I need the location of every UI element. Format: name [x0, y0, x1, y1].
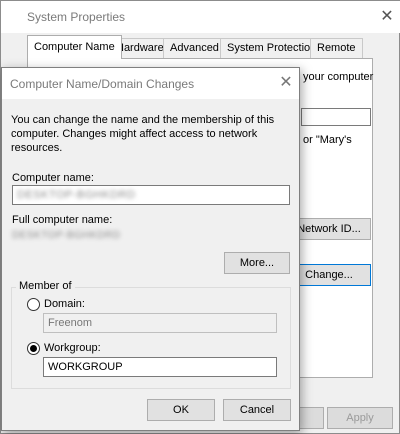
tab-remote[interactable]: Remote	[310, 38, 363, 58]
computer-name-input[interactable]: DESKTOP-BGHKDRD	[12, 185, 290, 205]
apply-button[interactable]: Apply	[327, 407, 393, 429]
system-properties-titlebar: System Properties ✕	[1, 1, 400, 33]
computer-name-value: DESKTOP-BGHKDRD	[17, 189, 136, 201]
system-properties-title: System Properties	[27, 10, 126, 24]
tab-advanced[interactable]: Advanced	[163, 38, 226, 58]
workgroup-radio[interactable]	[27, 342, 40, 355]
member-of-label: Member of	[16, 280, 75, 292]
dialog-titlebar: Computer Name/Domain Changes ✕	[2, 68, 299, 99]
full-computer-name-value: DESKTOP-BGHKDRD	[12, 230, 121, 241]
close-icon[interactable]: ✕	[276, 73, 296, 93]
workgroup-value: WORKGROUP	[48, 361, 123, 373]
domain-value: Freenom	[48, 317, 93, 329]
tab-system-protection[interactable]: System Protection	[220, 38, 324, 58]
domain-label: Domain:	[44, 298, 85, 310]
workgroup-input[interactable]: WORKGROUP	[43, 357, 277, 377]
panel-description-text: your computer	[303, 71, 374, 83]
workgroup-label: Workgroup:	[44, 342, 101, 354]
more-button[interactable]: More...	[224, 252, 290, 274]
computer-name-domain-changes-dialog: Computer Name/Domain Changes ✕ You can c…	[1, 67, 300, 431]
full-computer-name-label: Full computer name:	[12, 214, 113, 226]
computer-description-field[interactable]	[301, 108, 371, 126]
workgroup-radio-selected-dot	[30, 345, 37, 352]
cancel-button[interactable]: Cancel	[223, 399, 291, 421]
domain-radio[interactable]	[27, 298, 40, 311]
tab-computer-name[interactable]: Computer Name	[27, 35, 122, 59]
panel-example-text: or "Mary's	[303, 134, 352, 146]
dialog-message: You can change the name and the membersh…	[11, 114, 275, 154]
computer-name-label: Computer name:	[12, 172, 94, 184]
dialog-title: Computer Name/Domain Changes	[10, 77, 195, 91]
ok-button-background[interactable]	[298, 407, 324, 429]
close-icon[interactable]: ✕	[377, 7, 397, 27]
ok-button[interactable]: OK	[147, 399, 215, 421]
domain-input[interactable]: Freenom	[43, 313, 277, 333]
